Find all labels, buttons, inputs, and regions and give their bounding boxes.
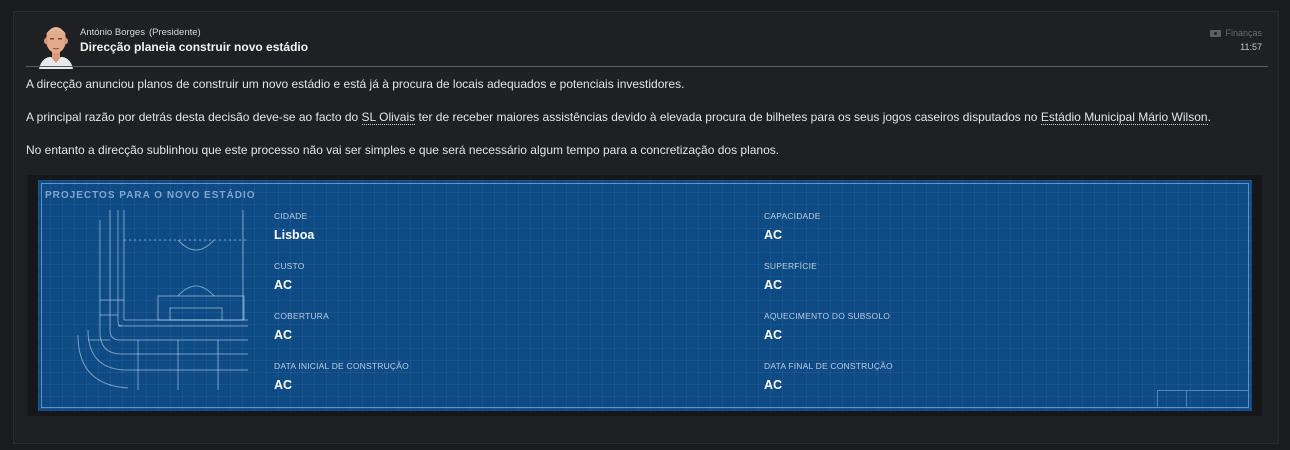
message-time: 11:57 [1240, 42, 1262, 52]
body-paragraph-1: A direcção anunciou planos de construir … [26, 77, 685, 91]
category-label: Finanças [1225, 28, 1262, 38]
sender-role: (Presidente) [148, 27, 201, 38]
p2-text-b: ter de receber maiores assistências devi… [415, 110, 1041, 124]
field-end-date: DATA FINAL DE CONSTRUÇÃO AC [764, 361, 893, 392]
message-subject: Direcção planeia construir novo estádio [80, 40, 309, 54]
p2-text-c: . [1207, 110, 1211, 124]
field-cost: CUSTO AC [274, 261, 305, 292]
field-start-date: DATA INICIAL DE CONSTRUÇÃO AC [274, 361, 409, 392]
field-capacity-value: AC [764, 228, 783, 242]
field-city-label: CIDADE [274, 211, 308, 221]
stadium-project-panel: PROJECTOS PARA O NOVO ESTÁDIO CIDADE Lis… [27, 175, 1262, 416]
field-undersoil-heating: AQUECIMENTO DO SUBSOLO AC [764, 311, 890, 342]
field-end-date-value: AC [764, 378, 783, 392]
field-surface-label: SUPERFÍCIE [764, 261, 818, 271]
sender-name[interactable]: António Borges [80, 27, 145, 38]
field-city: CIDADE Lisboa [274, 211, 314, 242]
field-city-value: Lisboa [274, 228, 315, 242]
field-capacity: CAPACIDADE AC [764, 211, 821, 242]
blueprint-title: PROJECTOS PARA O NOVO ESTÁDIO [45, 190, 256, 201]
message-category: Finanças [1210, 28, 1262, 38]
field-start-date-value: AC [274, 378, 293, 392]
body-paragraph-3: No entanto a direcção sublinhou que este… [26, 143, 780, 157]
field-undersoil-heating-value: AC [764, 328, 783, 342]
field-roof-label: COBERTURA [274, 311, 330, 321]
sender: António Borges (Presidente) [80, 27, 201, 38]
field-surface: SUPERFÍCIE AC [764, 261, 817, 292]
field-capacity-label: CAPACIDADE [764, 211, 821, 221]
field-roof: COBERTURA AC [274, 311, 329, 342]
p2-text-a: A principal razão por detrás desta decis… [26, 110, 362, 124]
avatar[interactable] [35, 23, 77, 69]
stadium-link[interactable]: Estádio Municipal Mário Wilson [1040, 110, 1208, 125]
field-start-date-label: DATA INICIAL DE CONSTRUÇÃO [274, 361, 409, 371]
body-paragraph-2: A principal razão por detrás desta decis… [26, 110, 1211, 125]
news-message-card: António Borges (Presidente) Direcção plan… [13, 11, 1279, 444]
field-roof-value: AC [274, 328, 293, 342]
field-end-date-label: DATA FINAL DE CONSTRUÇÃO [764, 361, 893, 371]
field-undersoil-heating-label: AQUECIMENTO DO SUBSOLO [764, 311, 891, 321]
field-cost-label: CUSTO [274, 261, 305, 271]
blueprint: PROJECTOS PARA O NOVO ESTÁDIO CIDADE Lis… [38, 180, 1252, 411]
blueprint-stamp [1157, 390, 1248, 407]
field-surface-value: AC [764, 278, 783, 292]
divider [26, 66, 1268, 67]
club-link[interactable]: SL Olivais [361, 110, 416, 125]
field-cost-value: AC [274, 278, 293, 292]
money-icon [1210, 29, 1222, 37]
stadium-drawing [77, 210, 248, 390]
